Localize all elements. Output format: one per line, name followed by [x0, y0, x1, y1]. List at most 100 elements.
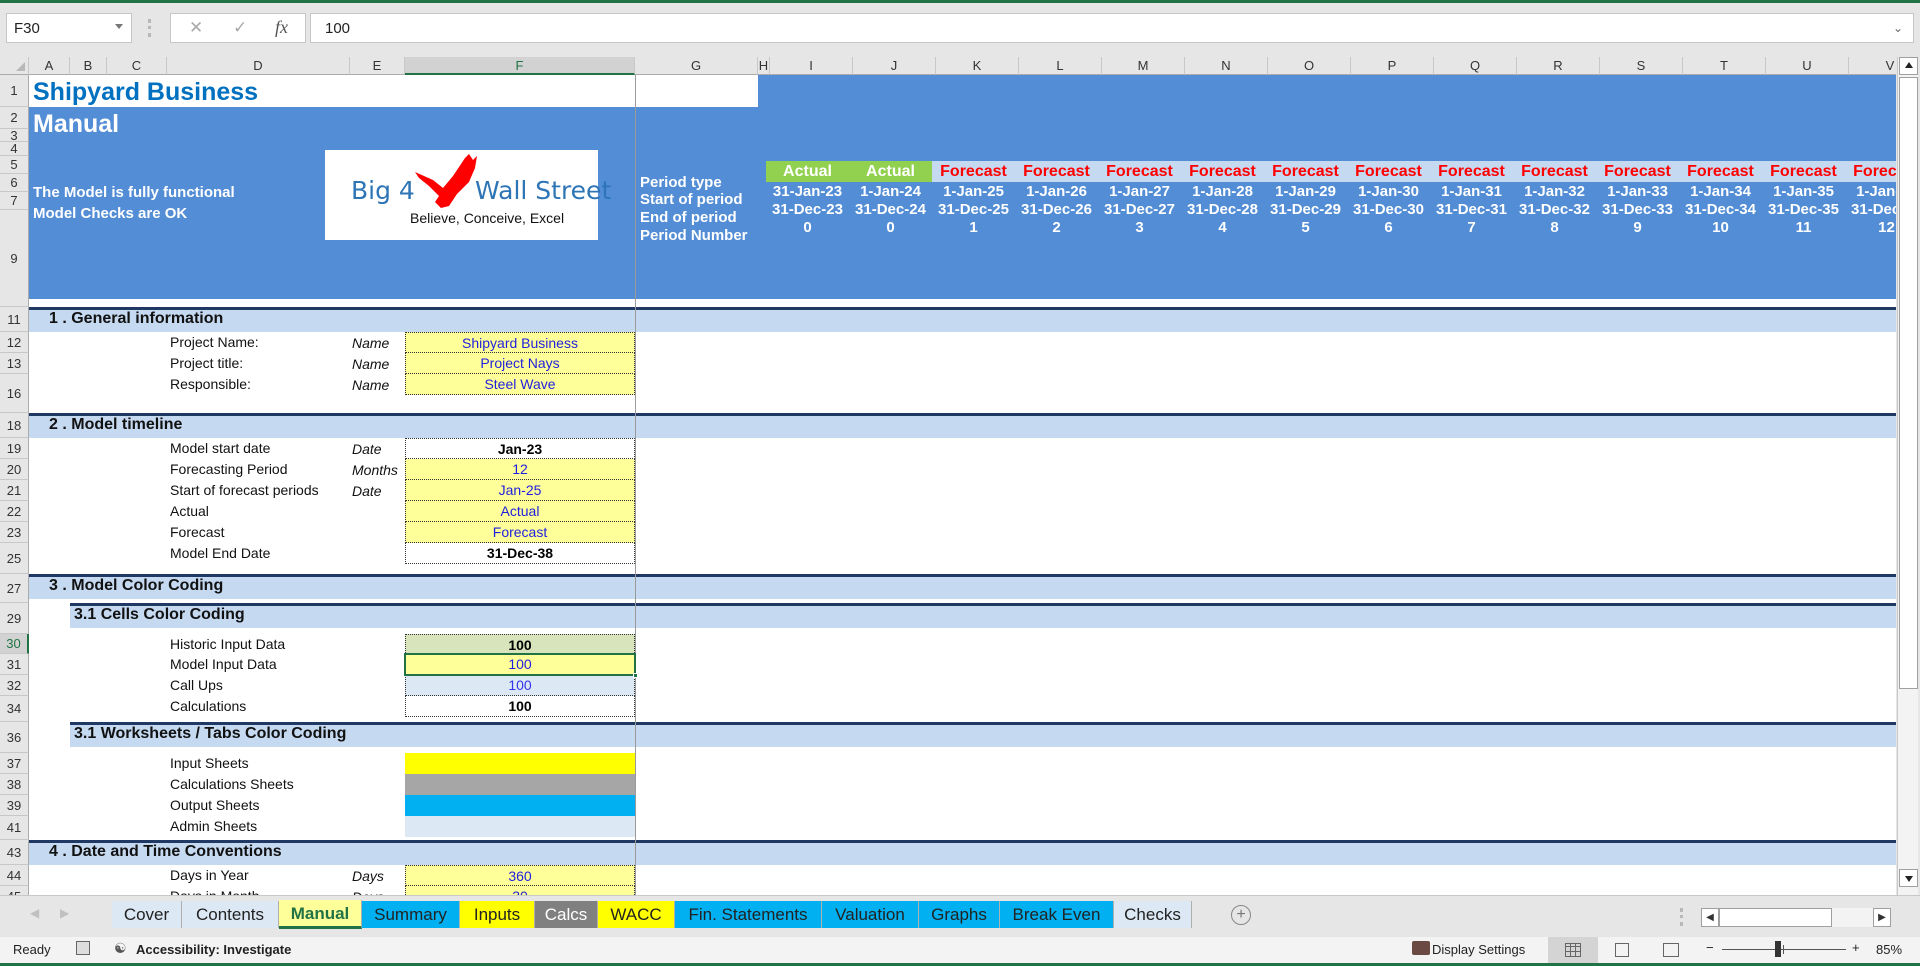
column-header-f[interactable]: F [405, 57, 635, 75]
color-swatch[interactable] [405, 816, 635, 837]
input-cell[interactable]: Project Nays [405, 353, 635, 374]
scroll-down-button[interactable] [1899, 869, 1918, 887]
active-cell-selection[interactable] [404, 653, 636, 676]
row-header-16[interactable]: 16 [0, 374, 29, 413]
zoom-slider[interactable] [1722, 941, 1846, 957]
page-break-view-icon[interactable] [1663, 943, 1679, 957]
row-header-27[interactable]: 27 [0, 574, 29, 603]
column-header-a[interactable]: A [29, 57, 70, 75]
sheet-tab-contents[interactable]: Contents [182, 901, 279, 928]
sheet-tab-break-even[interactable]: Break Even [1000, 901, 1114, 928]
sheet-tab-wacc[interactable]: WACC [598, 901, 675, 928]
vertical-scroll-thumb[interactable] [1899, 77, 1918, 689]
input-cell[interactable]: Jan-23 [405, 438, 635, 459]
column-header-h[interactable]: H [758, 57, 770, 75]
column-header-d[interactable]: D [167, 57, 350, 75]
row-header-7[interactable]: 7 [0, 192, 29, 210]
input-cell[interactable]: Forecast [405, 522, 635, 543]
color-swatch[interactable] [405, 753, 635, 774]
page-layout-view-icon[interactable] [1615, 943, 1629, 957]
row-header-12[interactable]: 12 [0, 332, 29, 353]
insert-function-icon[interactable]: fx [275, 17, 288, 38]
sheet-tab-inputs[interactable]: Inputs [460, 901, 535, 928]
input-cell[interactable]: 30 [405, 886, 635, 895]
column-header-j[interactable]: J [853, 57, 936, 75]
row-header-25[interactable]: 25 [0, 543, 29, 574]
horizontal-scroll-thumb[interactable] [1719, 908, 1832, 927]
macro-recording-icon[interactable] [76, 941, 90, 955]
row-header-1[interactable]: 1 [0, 75, 29, 107]
row-header-32[interactable]: 32 [0, 675, 29, 696]
column-header-g[interactable]: G [635, 57, 758, 75]
sheet-tab-manual[interactable]: Manual [279, 900, 362, 929]
previous-sheet-icon[interactable]: ◀ [30, 906, 39, 920]
next-sheet-icon[interactable]: ▶ [60, 906, 69, 920]
column-header-u[interactable]: U [1766, 57, 1849, 75]
input-cell[interactable]: 100 [405, 675, 635, 696]
row-header-20[interactable]: 20 [0, 459, 29, 480]
enter-icon[interactable]: ✓ [233, 18, 247, 38]
display-settings-button[interactable]: Display Settings [1432, 942, 1525, 957]
row-header-22[interactable]: 22 [0, 501, 29, 522]
scroll-left-button[interactable]: ◀ [1701, 908, 1719, 927]
row-header-41[interactable]: 41 [0, 816, 29, 840]
row-header-31[interactable]: 31 [0, 654, 29, 675]
column-header-c[interactable]: C [107, 57, 167, 75]
zoom-in-button[interactable]: + [1852, 940, 1860, 955]
input-cell[interactable]: Shipyard Business [405, 332, 635, 353]
sheet-tab-summary[interactable]: Summary [362, 901, 460, 928]
row-header-4[interactable]: 4 [0, 142, 29, 156]
name-box[interactable]: F30 [6, 13, 132, 43]
row-header-30[interactable]: 30 [0, 634, 29, 654]
color-swatch[interactable] [405, 774, 635, 795]
column-header-b[interactable]: B [70, 57, 107, 75]
row-header-9[interactable]: 9 [0, 210, 29, 307]
sheet-tab-cover[interactable]: Cover [112, 901, 182, 928]
horizontal-scrollbar[interactable]: ◀ ▶ [1701, 908, 1891, 927]
display-settings-icon[interactable] [1412, 941, 1430, 955]
row-header-2[interactable]: 2 [0, 107, 29, 129]
column-header-p[interactable]: P [1351, 57, 1434, 75]
input-cell[interactable]: Steel Wave [405, 374, 635, 395]
row-header-44[interactable]: 44 [0, 865, 29, 886]
tab-split-grip[interactable] [1680, 908, 1683, 926]
sheet-tab-fin-statements[interactable]: Fin. Statements [675, 901, 822, 928]
sheet-tab-calcs[interactable]: Calcs [535, 901, 598, 928]
zoom-out-button[interactable]: − [1706, 940, 1714, 955]
column-header-v[interactable]: V [1849, 57, 1896, 75]
zoom-level[interactable]: 85% [1876, 942, 1902, 957]
row-header-11[interactable]: 11 [0, 307, 29, 332]
column-header-m[interactable]: M [1102, 57, 1185, 75]
column-header-o[interactable]: O [1268, 57, 1351, 75]
scroll-right-button[interactable]: ▶ [1873, 908, 1891, 927]
zoom-slider-thumb[interactable] [1775, 941, 1781, 957]
normal-view-button[interactable] [1548, 937, 1598, 963]
worksheet-grid[interactable]: ABCDEFGHIJKLMNOPQRSTUV 1 2 3 4 5 6 7 9 11 12 13 16 1… [0, 57, 1896, 895]
row-header-6[interactable]: 6 [0, 174, 29, 192]
row-header-29[interactable]: 29 [0, 603, 29, 634]
row-header-43[interactable]: 43 [0, 840, 29, 865]
row-header-38[interactable]: 38 [0, 774, 29, 795]
input-cell[interactable]: 12 [405, 459, 635, 480]
sheet-tab-checks[interactable]: Checks [1114, 901, 1192, 928]
fill-handle[interactable] [633, 673, 638, 678]
add-sheet-button[interactable]: + [1231, 905, 1251, 925]
accessibility-icon[interactable]: ☯ [114, 940, 127, 957]
column-header-r[interactable]: R [1517, 57, 1600, 75]
column-header-t[interactable]: T [1683, 57, 1766, 75]
input-cell[interactable]: Jan-25 [405, 480, 635, 501]
row-header-45[interactable]: 45 [0, 886, 29, 895]
select-all-button[interactable] [0, 57, 29, 75]
vertical-scrollbar[interactable] [1897, 57, 1918, 895]
sheet-tab-graphs[interactable]: Graphs [919, 901, 1000, 928]
row-header-39[interactable]: 39 [0, 795, 29, 816]
color-swatch[interactable] [405, 795, 635, 816]
column-header-l[interactable]: L [1019, 57, 1102, 75]
row-header-37[interactable]: 37 [0, 753, 29, 774]
input-cell[interactable]: 360 [405, 865, 635, 886]
accessibility-status[interactable]: Accessibility: Investigate [136, 942, 291, 957]
scroll-up-button[interactable] [1899, 57, 1918, 75]
formula-input[interactable]: 100 ⌄ [310, 13, 1914, 43]
sheet-tab-valuation[interactable]: Valuation [822, 901, 919, 928]
column-header-k[interactable]: K [936, 57, 1019, 75]
